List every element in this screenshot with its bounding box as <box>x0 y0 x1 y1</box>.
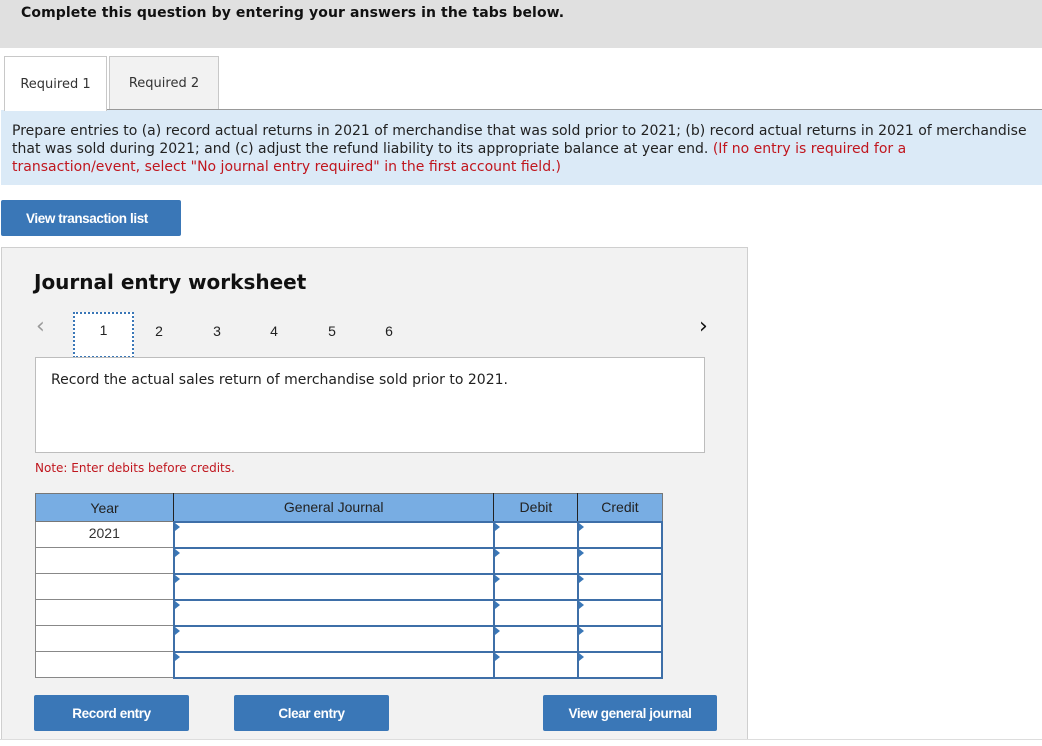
header-credit: Credit <box>577 493 663 522</box>
credit-input[interactable] <box>576 520 664 549</box>
credit-input[interactable] <box>576 546 664 575</box>
debit-input[interactable] <box>492 572 579 601</box>
header-year: Year <box>34 493 175 522</box>
journal-row <box>34 546 664 575</box>
year-cell <box>34 651 175 678</box>
debit-input[interactable] <box>492 520 579 549</box>
account-input[interactable] <box>172 572 495 601</box>
clear-entry-button[interactable]: Clear entry <box>234 695 389 731</box>
year-cell <box>34 599 175 626</box>
year-cell: 2021 <box>34 521 175 548</box>
journal-row <box>34 572 664 601</box>
chevron-right-icon[interactable]: › <box>699 316 708 338</box>
entry-description-text: Record the actual sales return of mercha… <box>51 372 508 388</box>
account-input[interactable] <box>172 650 495 679</box>
view-transaction-list-button[interactable]: View transaction list <box>1 200 181 236</box>
credit-input[interactable] <box>576 572 664 601</box>
debit-input[interactable] <box>492 624 579 653</box>
debit-credit-note: Note: Enter debits before credits. <box>35 461 235 475</box>
journal-header-row: Year General Journal Debit Credit <box>34 493 663 522</box>
header-debit: Debit <box>493 493 579 522</box>
year-cell <box>34 625 175 652</box>
journal-row <box>34 598 664 627</box>
tab-required-2[interactable]: Required 2 <box>109 56 219 110</box>
journal-row: 2021 <box>34 520 664 549</box>
journal-row <box>34 624 664 653</box>
journal-row <box>34 650 664 679</box>
credit-input[interactable] <box>576 650 664 679</box>
account-input[interactable] <box>172 598 495 627</box>
page-tab-1[interactable]: 1 <box>73 312 134 358</box>
credit-input[interactable] <box>576 624 664 653</box>
chevron-left-icon[interactable]: ‹ <box>36 316 45 338</box>
page-tab-2[interactable]: 2 <box>139 314 179 358</box>
entry-description: Record the actual sales return of mercha… <box>35 357 705 453</box>
debit-input[interactable] <box>492 650 579 679</box>
page-tab-3[interactable]: 3 <box>197 314 237 358</box>
debit-input[interactable] <box>492 546 579 575</box>
account-input[interactable] <box>172 520 495 549</box>
question-banner: Complete this question by entering your … <box>0 0 1042 48</box>
tab-required-1[interactable]: Required 1 <box>4 56 107 111</box>
debit-input[interactable] <box>492 598 579 627</box>
page-tab-5[interactable]: 5 <box>312 314 352 358</box>
year-cell <box>34 573 175 600</box>
record-entry-button[interactable]: Record entry <box>34 695 189 731</box>
credit-input[interactable] <box>576 598 664 627</box>
page-tab-4[interactable]: 4 <box>254 314 294 358</box>
account-input[interactable] <box>172 624 495 653</box>
account-input[interactable] <box>172 546 495 575</box>
worksheet-title: Journal entry worksheet <box>34 270 307 294</box>
instructions-panel: Prepare entries to (a) record actual ret… <box>1 110 1042 185</box>
bottom-divider <box>0 739 1042 740</box>
page-tab-6[interactable]: 6 <box>369 314 409 358</box>
journal-entry-worksheet: Journal entry worksheet ‹ 1 2 3 4 5 6 › … <box>1 247 748 740</box>
journal-table: Year General Journal Debit Credit 2021 <box>34 493 664 679</box>
header-general-journal: General Journal <box>173 493 495 522</box>
view-general-journal-button[interactable]: View general journal <box>543 695 717 731</box>
banner-text: Complete this question by entering your … <box>21 5 565 21</box>
year-cell <box>34 547 175 574</box>
